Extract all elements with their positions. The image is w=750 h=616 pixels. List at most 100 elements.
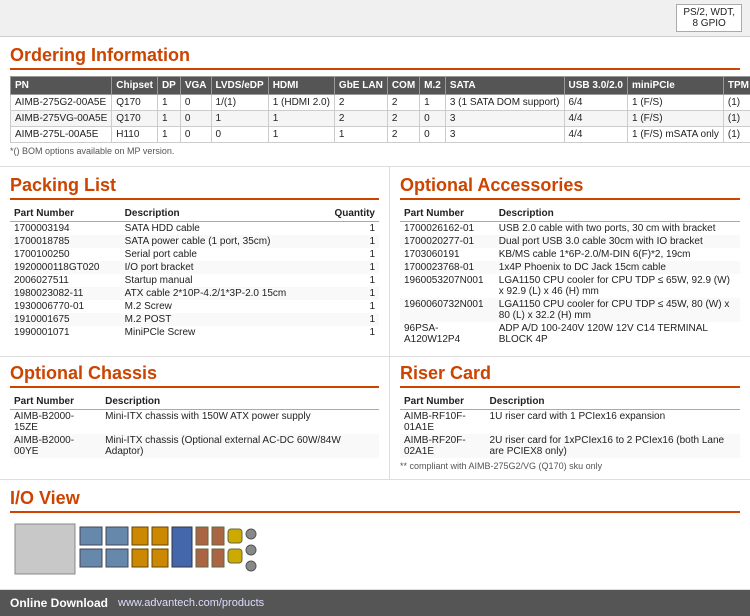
footer-label: Online Download: [10, 596, 108, 610]
riser-note: ** compliant with AIMB-275G2/VG (Q170) s…: [400, 461, 740, 471]
table-cell: USB 2.0 cable with two ports, 30 cm with…: [495, 222, 740, 236]
table-cell: SATA power cable (1 port, 35cm): [121, 235, 322, 248]
acc-body: 1700026162-01USB 2.0 cable with two port…: [400, 222, 740, 347]
table-cell: SATA HDD cable: [121, 222, 322, 236]
riser-header-row: Part NumberDescription: [400, 394, 740, 410]
table-cell: 1U riser card with 1 PCIex16 expansion: [486, 410, 740, 435]
table-cell: 2006027511: [10, 274, 121, 287]
ps2-gpio-label: PS/2, WDT,8 GPIO: [676, 4, 742, 32]
table-cell: 2: [387, 127, 419, 143]
table-cell: 1700100250: [10, 248, 121, 261]
list-item: AIMB-B2000-00YEMini-ITX chassis (Optiona…: [10, 434, 379, 458]
table-cell: 0: [420, 127, 446, 143]
ordering-col-header: SATA: [445, 77, 564, 95]
list-item: AIMB-RF20F-02A1E2U riser card for 1xPCIe…: [400, 434, 740, 458]
table-cell: AIMB-RF20F-02A1E: [400, 434, 486, 458]
list-item: 1700023768-011x4P Phoenix to DC Jack 15c…: [400, 261, 740, 274]
list-item: 1700003194SATA HDD cable1: [10, 222, 379, 236]
table-cell: 1/(1): [211, 95, 268, 111]
optional-accessories-title: Optional Accessories: [400, 175, 740, 200]
acc-header-row: Part NumberDescription: [400, 206, 740, 222]
footer-url[interactable]: www.advantech.com/products: [118, 597, 264, 609]
table-cell: 1703060191: [400, 248, 495, 261]
ordering-col-header: M.2: [420, 77, 446, 95]
table-cell: I/O port bracket: [121, 261, 322, 274]
table-cell: (1): [723, 127, 750, 143]
chassis-col-header: Part Number: [10, 394, 101, 410]
riser-body: AIMB-RF10F-01A1E1U riser card with 1 PCI…: [400, 410, 740, 459]
table-row: AIMB-275VG-00A5EQ170101122034/41 (F/S)(1…: [11, 111, 750, 127]
table-cell: 0: [180, 127, 211, 143]
table-cell: 1 (F/S): [627, 95, 723, 111]
ordering-col-header: COM: [387, 77, 419, 95]
list-item: 1700026162-01USB 2.0 cable with two port…: [400, 222, 740, 236]
table-cell: 1: [321, 300, 379, 313]
table-cell: 0: [420, 111, 446, 127]
table-cell: 0: [180, 111, 211, 127]
table-cell: ADP A/D 100-240V 120W 12V C14 TERMINAL B…: [495, 322, 740, 346]
table-cell: 3: [445, 127, 564, 143]
pack-header-row: Part NumberDescriptionQuantity: [10, 206, 379, 222]
table-cell: 1: [321, 287, 379, 300]
table-cell: 1910001675: [10, 313, 121, 326]
table-cell: 1700023768-01: [400, 261, 495, 274]
table-cell: ATX cable 2*10P-4.2/1*3P-2.0 15cm: [121, 287, 322, 300]
pack-col-header: Part Number: [10, 206, 121, 222]
io-view-section: I/O View: [0, 480, 750, 590]
table-cell: 1: [334, 127, 387, 143]
table-cell: 1: [321, 222, 379, 236]
table-cell: 3 (1 SATA DOM support): [445, 95, 564, 111]
optional-chassis-title: Optional Chassis: [10, 363, 379, 388]
table-cell: 1: [268, 127, 334, 143]
table-cell: 1700020277-01: [400, 235, 495, 248]
table-cell: Q170: [112, 95, 158, 111]
table-cell: KB/MS cable 1*6P-2.0/M-DIN 6(F)*2, 19cm: [495, 248, 740, 261]
table-cell: LGA1150 CPU cooler for CPU TDP ≤ 65W, 92…: [495, 274, 740, 298]
ordering-col-header: DP: [157, 77, 180, 95]
list-item: AIMB-RF10F-01A1E1U riser card with 1 PCI…: [400, 410, 740, 435]
table-cell: 0: [180, 95, 211, 111]
table-cell: AIMB-275VG-00A5E: [11, 111, 112, 127]
table-cell: AIMB-B2000-15ZE: [10, 410, 101, 435]
optional-chassis-section: Optional Chassis Part NumberDescription …: [0, 357, 390, 479]
footer-bar: Online Download www.advantech.com/produc…: [0, 590, 750, 616]
table-cell: 1: [321, 274, 379, 287]
table-cell: (1): [723, 111, 750, 127]
table-cell: 1960053207N001: [400, 274, 495, 298]
table-cell: H110: [112, 127, 158, 143]
table-cell: 1x4P Phoenix to DC Jack 15cm cable: [495, 261, 740, 274]
table-cell: 1: [321, 261, 379, 274]
list-item: 1910001675M.2 POST1: [10, 313, 379, 326]
ordering-col-header: USB 3.0/2.0: [564, 77, 627, 95]
table-cell: Mini-ITX chassis (Optional external AC-D…: [101, 434, 379, 458]
table-row: AIMB-275G2-00A5EQ170101/(1)1 (HDMI 2.0)2…: [11, 95, 750, 111]
table-cell: 1: [420, 95, 446, 111]
table-cell: 1700026162-01: [400, 222, 495, 236]
table-cell: 1990001071: [10, 326, 121, 339]
chassis-header-row: Part NumberDescription: [10, 394, 379, 410]
table-cell: 2: [334, 95, 387, 111]
ordering-title: Ordering Information: [10, 45, 740, 70]
riser-col-header: Part Number: [400, 394, 486, 410]
ordering-col-header: GbE LAN: [334, 77, 387, 95]
table-cell: M.2 POST: [121, 313, 322, 326]
packing-list-title: Packing List: [10, 175, 379, 200]
table-cell: 0: [211, 127, 268, 143]
table-cell: 1: [157, 111, 180, 127]
table-cell: 4/4: [564, 111, 627, 127]
riser-card-section: Riser Card Part NumberDescription AIMB-R…: [390, 357, 750, 479]
table-cell: (1): [723, 95, 750, 111]
io-image-area: [10, 519, 740, 579]
list-item: 1700020277-01Dual port USB 3.0 cable 30c…: [400, 235, 740, 248]
table-cell: 1: [321, 326, 379, 339]
list-item: 1703060191KB/MS cable 1*6P-2.0/M-DIN 6(F…: [400, 248, 740, 261]
table-cell: 1: [211, 111, 268, 127]
top-banner-right: PS/2, WDT,8 GPIO: [676, 4, 742, 32]
table-cell: M.2 Screw: [121, 300, 322, 313]
table-cell: 2: [387, 95, 419, 111]
ordering-col-header: TPM: [723, 77, 750, 95]
pack-col-header: Quantity: [321, 206, 379, 222]
ordering-note: *() BOM options available on MP version.: [10, 146, 740, 156]
table-cell: LGA1150 CPU cooler for CPU TDP ≤ 45W, 80…: [495, 298, 740, 322]
ordering-col-header: miniPCIe: [627, 77, 723, 95]
